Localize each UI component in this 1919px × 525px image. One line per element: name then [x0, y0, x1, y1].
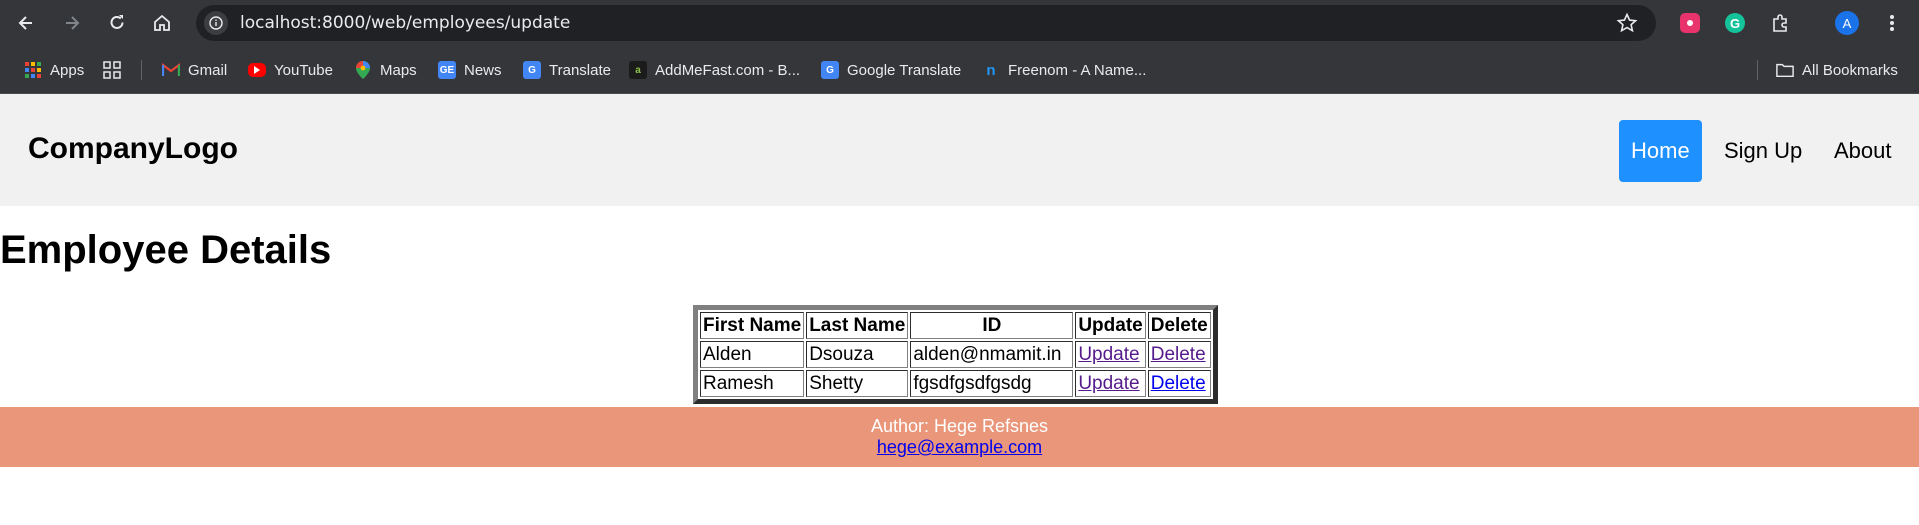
- delete-link[interactable]: Delete: [1151, 344, 1206, 365]
- table-row: Alden Dsouza alden@nmamit.in Update Dele…: [700, 341, 1211, 368]
- column-header: ID: [910, 312, 1074, 339]
- tab-groups-icon: [103, 61, 121, 79]
- url-text[interactable]: localhost:8000/web/employees/update: [240, 5, 570, 41]
- employee-table: First Name Last Name ID Update Delete Al…: [693, 305, 1218, 404]
- bookmark-label: Freenom - A Name...: [1008, 61, 1147, 79]
- freenom-icon: n: [986, 61, 996, 79]
- bookmarks-divider: [1757, 60, 1758, 80]
- news-icon: GE: [438, 61, 456, 79]
- profile-avatar[interactable]: A: [1835, 11, 1859, 35]
- bookmark-label: AddMeFast.com - B...: [655, 61, 801, 79]
- bookmark-label: Gmail: [188, 61, 228, 79]
- browser-toolbar: localhost:8000/web/employees/update G A: [0, 0, 1919, 46]
- last-name-cell: Dsouza: [806, 341, 909, 368]
- bookmark-label: Maps: [380, 61, 417, 79]
- update-cell: Update: [1075, 341, 1146, 368]
- home-button[interactable]: [146, 8, 178, 38]
- update-link[interactable]: Update: [1078, 344, 1139, 365]
- back-button[interactable]: [10, 8, 42, 38]
- bookmarks-divider: [141, 60, 142, 80]
- id-cell: alden@nmamit.in: [910, 341, 1074, 368]
- address-bar[interactable]: localhost:8000/web/employees/update: [196, 5, 1656, 41]
- bookmark-label: Translate: [549, 61, 611, 79]
- forward-arrow-icon: [66, 16, 80, 30]
- page-title: Employee Details: [0, 228, 332, 272]
- bookmark-maps[interactable]: Maps: [354, 58, 417, 82]
- bookmark-translate[interactable]: G Translate: [523, 58, 611, 82]
- bookmark-apps[interactable]: Apps: [24, 58, 84, 82]
- folder-icon: [1776, 61, 1794, 79]
- delete-cell: Delete: [1147, 341, 1211, 368]
- reload-icon: [110, 15, 124, 29]
- reload-button[interactable]: [101, 8, 133, 38]
- apps-grid-icon: [24, 61, 42, 79]
- nav-sign-up[interactable]: Sign Up: [1712, 120, 1814, 182]
- first-name-cell: Ramesh: [700, 370, 805, 397]
- bookmark-addmefast[interactable]: a AddMeFast.com - B...: [629, 58, 800, 82]
- bookmark-google-translate[interactable]: G Google Translate: [821, 58, 961, 82]
- all-bookmarks-button[interactable]: All Bookmarks: [1776, 58, 1898, 82]
- delete-cell: Delete: [1147, 370, 1211, 397]
- addmefast-icon: a: [629, 61, 647, 79]
- site-info-icon[interactable]: [204, 11, 228, 35]
- extensions-puzzle-icon[interactable]: [1768, 11, 1792, 35]
- nav-about[interactable]: About: [1822, 120, 1904, 182]
- bookmark-star-icon[interactable]: [1616, 12, 1638, 34]
- update-link[interactable]: Update: [1078, 373, 1139, 394]
- bookmark-label: YouTube: [274, 61, 333, 79]
- table-row: Ramesh Shetty fgsdfgsdfgsdg Update Delet…: [700, 370, 1211, 397]
- nav-home[interactable]: Home: [1619, 120, 1702, 182]
- youtube-icon: [248, 63, 266, 77]
- last-name-cell: Shetty: [806, 370, 909, 397]
- column-header: Last Name: [806, 312, 909, 339]
- bookmark-news[interactable]: GE News: [438, 58, 502, 82]
- bookmark-label: Google Translate: [847, 61, 962, 79]
- home-icon: [154, 14, 170, 31]
- bookmark-youtube[interactable]: YouTube: [248, 58, 333, 82]
- kebab-menu-icon[interactable]: [1880, 11, 1904, 35]
- grammarly-icon[interactable]: G: [1723, 11, 1747, 35]
- maps-icon: [354, 61, 372, 79]
- column-header: Delete: [1147, 312, 1211, 339]
- first-name-cell: Alden: [700, 341, 805, 368]
- bookmark-label: Apps: [50, 61, 85, 79]
- gmail-icon: [162, 61, 180, 79]
- google-translate-icon: G: [821, 61, 839, 79]
- all-bookmarks-label: All Bookmarks: [1802, 61, 1898, 79]
- update-cell: Update: [1075, 370, 1146, 397]
- translate-icon: G: [523, 61, 541, 79]
- bookmark-gmail[interactable]: Gmail: [162, 58, 227, 82]
- site-header: CompanyLogo Home Sign Up About: [0, 94, 1919, 206]
- back-arrow-icon: [18, 16, 32, 30]
- site-footer: Author: Hege Refsnes hege@example.com: [0, 407, 1919, 467]
- forward-button[interactable]: [56, 8, 88, 38]
- extension-pink-icon[interactable]: [1678, 11, 1702, 35]
- footer-author: Author: Hege Refsnes: [870, 416, 1049, 436]
- table-header-row: First Name Last Name ID Update Delete: [700, 312, 1211, 339]
- delete-link[interactable]: Delete: [1151, 373, 1206, 394]
- tab-groups-button[interactable]: [103, 58, 121, 82]
- column-header: First Name: [700, 312, 805, 339]
- bookmarks-bar: Apps Gmail YouTube Maps GE News G Transl…: [0, 46, 1919, 94]
- bookmark-label: News: [464, 61, 502, 79]
- footer-email-link[interactable]: hege@example.com: [877, 437, 1042, 457]
- bookmark-freenom[interactable]: n Freenom - A Name...: [982, 58, 1146, 82]
- column-header: Update: [1075, 312, 1146, 339]
- profile-initial: A: [1835, 11, 1859, 35]
- id-cell: fgsdfgsdfgsdg: [910, 370, 1074, 397]
- company-logo[interactable]: CompanyLogo: [28, 132, 238, 166]
